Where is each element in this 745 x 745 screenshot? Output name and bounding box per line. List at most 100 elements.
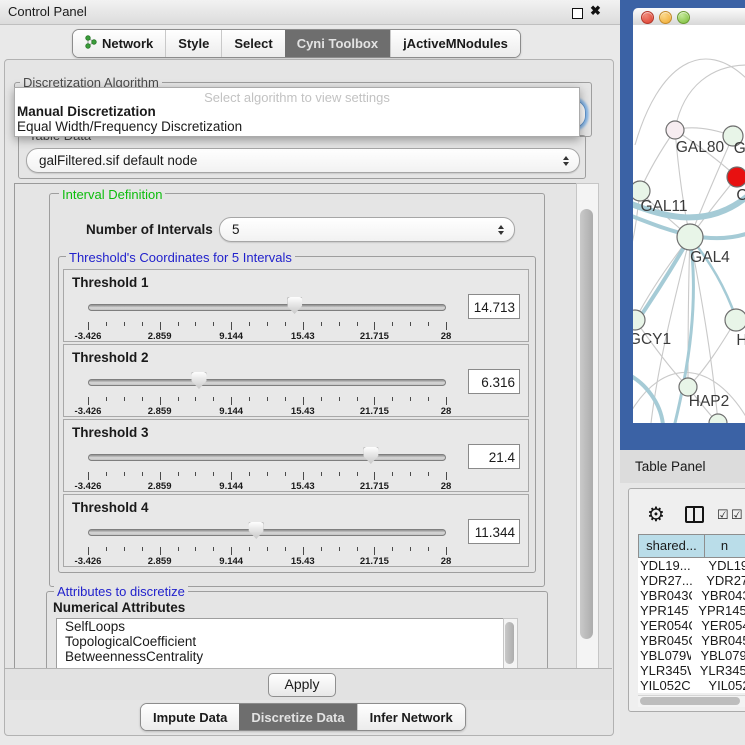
number-of-intervals-value: 5 — [220, 222, 240, 237]
panel-scrollbar-thumb[interactable] — [580, 209, 593, 639]
tick-mark — [142, 397, 143, 401]
tab-cyni-toolbox[interactable]: Cyni Toolbox — [285, 30, 390, 57]
table-row[interactable]: YDR27...YDR27... — [638, 573, 745, 588]
table-row[interactable]: YIL052CYIL052C — [638, 678, 745, 693]
numerical-attributes-list[interactable]: SelfLoopsTopologicalCoefficientBetweenne… — [56, 618, 518, 670]
attribute-list-item[interactable]: TopologicalCoefficient — [57, 634, 517, 649]
network-graph: GAL80GACGAL11GAL4GCY1HHAP2 — [633, 25, 745, 423]
tab-select[interactable]: Select — [221, 30, 284, 57]
threshold-value-box[interactable]: 14.713 — [468, 294, 520, 319]
zoom-button[interactable] — [677, 11, 690, 24]
network-thick-edge[interactable] — [633, 375, 663, 423]
cell-shared-name: YDL19... — [638, 558, 699, 573]
algorithm-placeholder: Select algorithm to view settings — [15, 90, 579, 105]
threshold-slider[interactable]: -3.4262.8599.14415.4321.71528 — [88, 298, 446, 342]
table-row[interactable]: YPR145WYPR145W — [638, 603, 745, 618]
checkbox-icon[interactable]: ☑ — [731, 507, 743, 523]
popup-item-equal-width-frequency[interactable]: Equal Width/Frequency Discretization — [17, 119, 242, 134]
slider-thumb-icon[interactable] — [249, 522, 264, 539]
tick-mark — [321, 547, 322, 551]
network-node[interactable] — [677, 224, 703, 250]
slider-track[interactable] — [88, 529, 446, 536]
table-horizontal-scrollbar[interactable] — [638, 695, 745, 707]
bottom-tab-bar: Impute Data Discretize Data Infer Networ… — [140, 703, 466, 731]
network-node[interactable] — [725, 309, 745, 331]
threshold-value-box[interactable]: 21.4 — [468, 444, 520, 469]
cell-name: YIL052C — [699, 678, 745, 693]
table-row[interactable]: YBR045CYBR045C — [638, 633, 745, 648]
table-data-combobox[interactable]: galFiltered.sif default node — [26, 148, 580, 173]
table-row[interactable]: YBR043CYBR043C — [638, 588, 745, 603]
close-button[interactable] — [641, 11, 654, 24]
column-header-shared-name[interactable]: shared... — [638, 534, 705, 558]
table-row[interactable]: YBL079WYBL079W — [638, 648, 745, 663]
attribute-list-item[interactable]: SelfLoops — [57, 619, 517, 634]
table-rows[interactable]: YDL19...YDL19...YDR27...YDR27...YBR043CY… — [638, 558, 745, 693]
threshold-value-box[interactable]: 11.344 — [468, 519, 520, 544]
tick-mark — [428, 547, 429, 551]
table-hscroll-thumb[interactable] — [640, 697, 740, 705]
threshold-slider[interactable]: -3.4262.8599.14415.4321.71528 — [88, 373, 446, 417]
table-row[interactable]: YLR345WYLR345W — [638, 663, 745, 678]
tick-mark — [213, 547, 214, 551]
tick-label: -3.426 — [75, 406, 102, 417]
network-node[interactable] — [709, 414, 727, 423]
tab-infer-network[interactable]: Infer Network — [357, 704, 465, 730]
tick-mark — [410, 547, 411, 551]
tick-mark — [392, 547, 393, 551]
cell-name: YBR043C — [692, 588, 745, 603]
tick-mark — [88, 547, 89, 555]
network-node[interactable] — [666, 121, 684, 139]
number-of-intervals-combobox[interactable]: 5 — [219, 217, 515, 242]
tick-mark — [249, 547, 250, 551]
tab-discretize-data[interactable]: Discretize Data — [239, 704, 356, 730]
tick-label: 2.859 — [148, 556, 172, 567]
network-node[interactable] — [727, 167, 745, 187]
tab-style[interactable]: Style — [165, 30, 221, 57]
gear-icon[interactable]: ⚙ — [647, 502, 665, 527]
slider-track[interactable] — [88, 304, 446, 311]
tab-network[interactable]: Network — [73, 30, 165, 57]
slider-track[interactable] — [88, 379, 446, 386]
tick-mark — [88, 472, 89, 480]
cell-shared-name: YDR27... — [638, 573, 697, 588]
table-row[interactable]: YDL19...YDL19... — [638, 558, 745, 573]
checkbox-icon[interactable]: ☑ — [717, 507, 729, 523]
tick-mark — [357, 322, 358, 326]
slider-track[interactable] — [88, 454, 446, 461]
slider-thumb-icon[interactable] — [287, 297, 302, 314]
slider-thumb-icon[interactable] — [363, 447, 378, 464]
tick-mark — [357, 547, 358, 551]
float-window-icon[interactable] — [572, 8, 583, 19]
tick-mark — [231, 397, 232, 405]
network-canvas[interactable]: GAL80GACGAL11GAL4GCY1HHAP2 — [633, 25, 745, 423]
column-header-name[interactable]: n — [705, 534, 745, 558]
threshold-slider[interactable]: -3.4262.8599.14415.4321.71528 — [88, 523, 446, 567]
panel-vertical-scrollbar[interactable] — [576, 183, 599, 670]
attribute-list-item[interactable]: BetweennessCentrality — [57, 649, 517, 664]
close-icon[interactable]: ✖ — [590, 3, 601, 19]
tab-impute-data[interactable]: Impute Data — [141, 704, 239, 730]
cell-shared-name: YBL079W — [638, 648, 691, 663]
network-edge[interactable] — [688, 320, 736, 387]
slider-thumb-icon[interactable] — [191, 372, 206, 389]
tick-mark — [195, 322, 196, 326]
apply-button[interactable]: Apply — [268, 673, 336, 697]
tab-jactivemnodules[interactable]: jActiveMNodules — [390, 30, 520, 57]
tick-mark — [374, 547, 375, 555]
tick-mark — [321, 472, 322, 476]
cell-name: YLR345W — [691, 663, 745, 678]
network-edge[interactable] — [675, 65, 745, 130]
popup-item-manual-discretization[interactable]: Manual Discretization — [17, 104, 156, 119]
minimize-button[interactable] — [659, 11, 672, 24]
network-window-titlebar[interactable] — [633, 8, 745, 26]
threshold-slider[interactable]: -3.4262.8599.14415.4321.71528 — [88, 448, 446, 492]
cell-shared-name: YER054C — [638, 618, 692, 633]
threshold-value-box[interactable]: 6.316 — [468, 369, 520, 394]
tick-mark — [231, 547, 232, 555]
split-columns-icon[interactable] — [685, 506, 704, 523]
attributes-list-scrollbar[interactable] — [503, 618, 518, 670]
tick-mark — [374, 322, 375, 330]
tick-mark — [106, 547, 107, 551]
table-row[interactable]: YER054CYER054C — [638, 618, 745, 633]
